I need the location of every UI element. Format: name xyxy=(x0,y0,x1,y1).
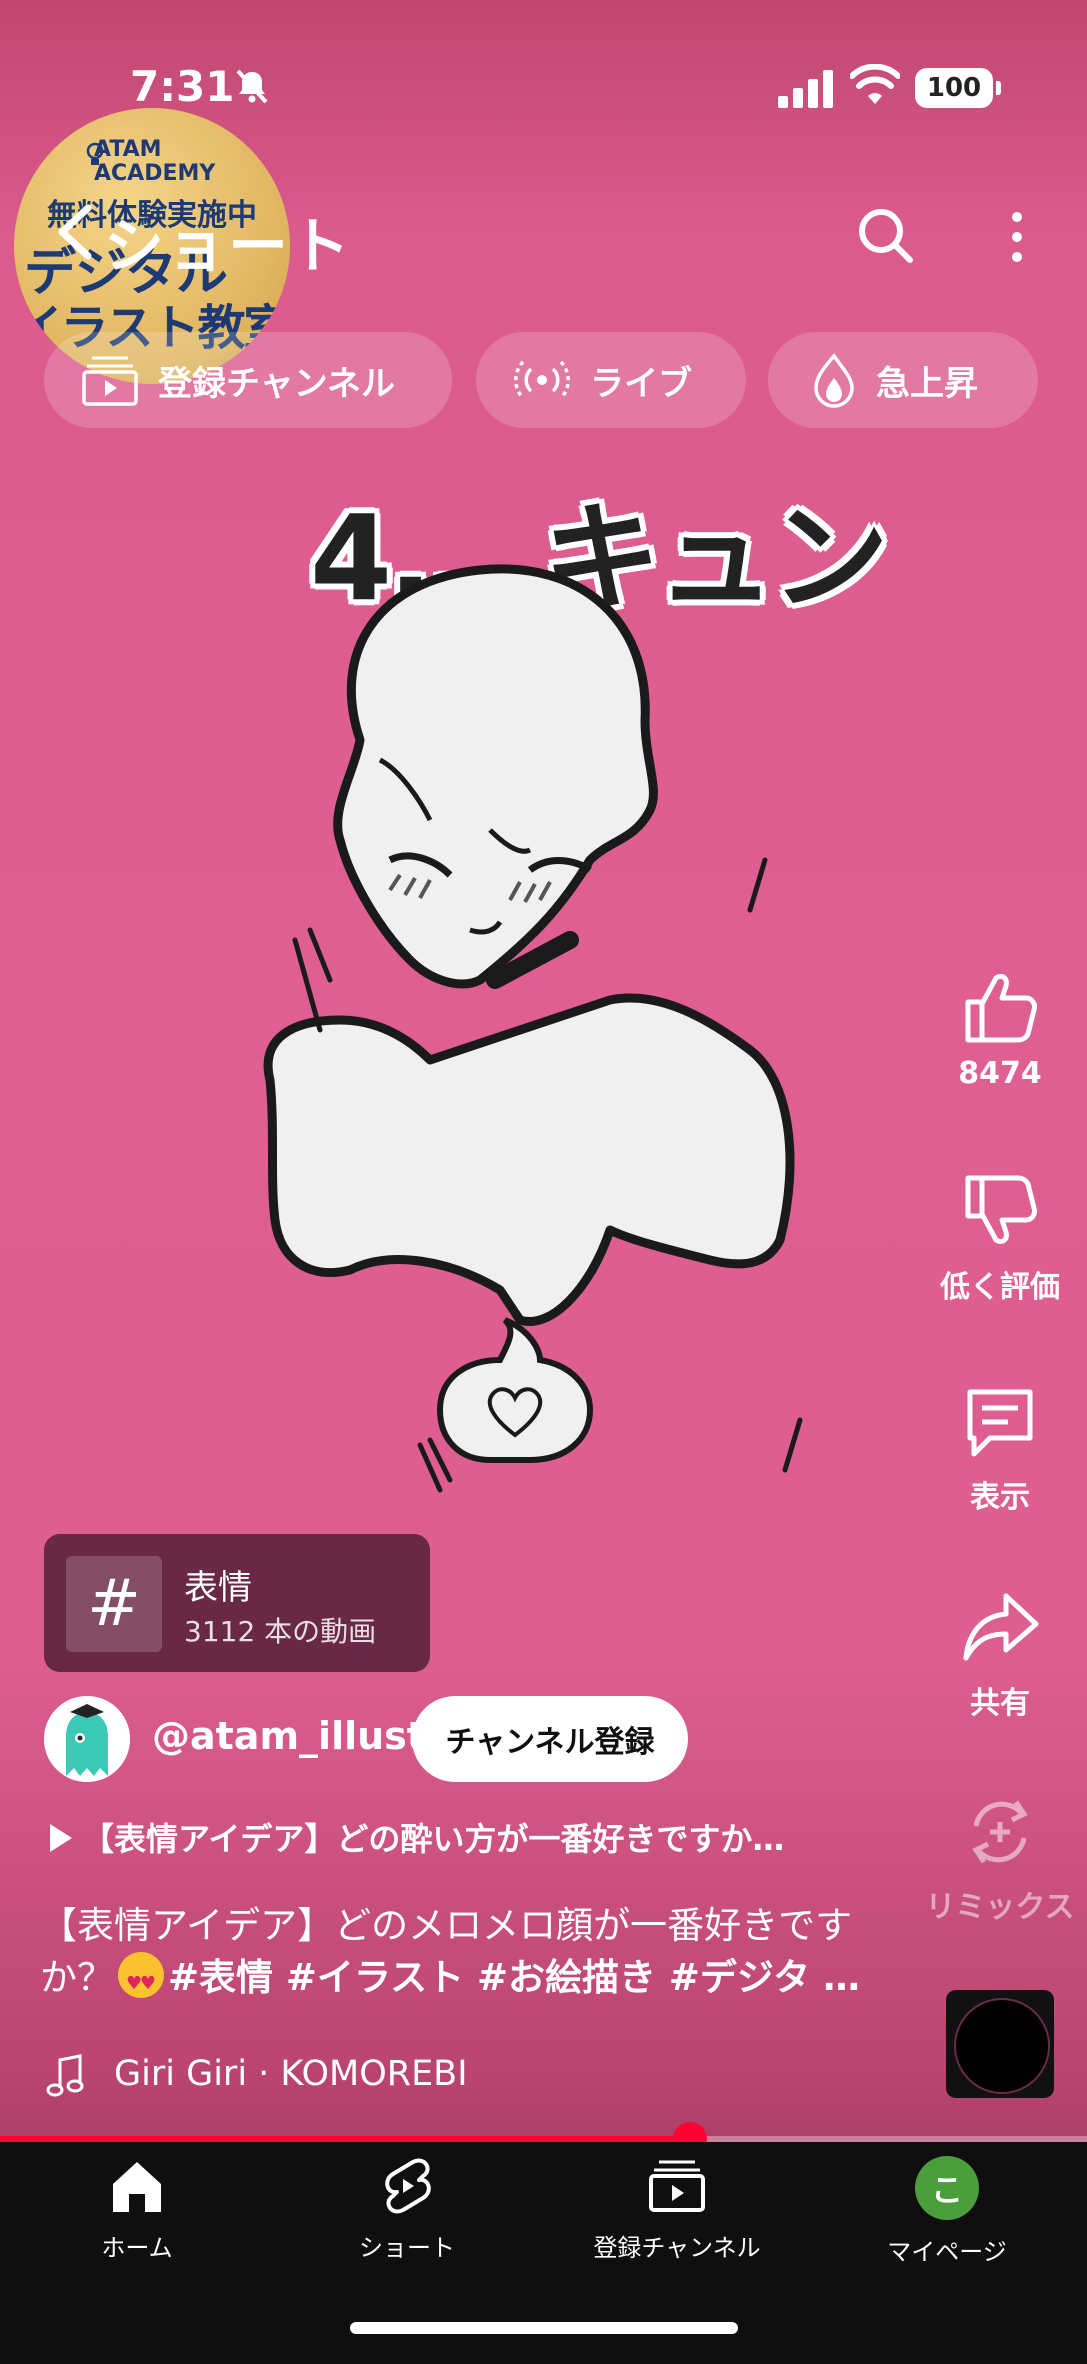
chip-label: ライブ xyxy=(590,363,692,404)
chip-label: 急上昇 xyxy=(876,363,978,404)
home-icon xyxy=(113,2162,161,2212)
related-video-link[interactable]: 【表情アイデア】どの酔い方が一番好きですか… xyxy=(50,1814,784,1860)
home-indicator xyxy=(350,2322,738,2334)
subscriptions-icon xyxy=(649,2160,705,2212)
nav-label: マイページ xyxy=(887,2238,1007,2266)
subscribe-button[interactable]: チャンネル登録 xyxy=(412,1696,688,1782)
share-icon xyxy=(963,1593,1039,1661)
back-arrow-icon[interactable] xyxy=(52,202,100,262)
search-icon[interactable] xyxy=(856,206,914,264)
live-icon xyxy=(514,360,570,400)
remix-label: リミックス xyxy=(925,1890,1075,1925)
related-video-title: 【表情アイデア】どの酔い方が一番好きですか… xyxy=(82,1820,785,1858)
like-count: 8474 xyxy=(958,1056,1042,1091)
nav-home[interactable]: ホーム xyxy=(27,2156,247,2263)
heart-eyes-emoji-icon xyxy=(118,1952,164,2010)
more-options-icon[interactable] xyxy=(1000,210,1034,264)
hashtag-name: 表情 xyxy=(184,1568,252,1608)
ad-brand: ATAM ACADEMY xyxy=(94,137,216,186)
mascot-icon xyxy=(44,1696,130,1782)
music-label[interactable]: Giri Giri · KOMOREBI xyxy=(114,2054,468,2094)
caption-tags: #表情 #イラスト #お絵描き #デジタ … xyxy=(168,1956,861,1999)
remix-button[interactable]: リミックス xyxy=(920,1792,1080,1926)
shorts-screen: 7:31 100 ATAM ACADEMY 無料体験実施中 デジタル イラスト教… xyxy=(0,0,1087,2364)
dislike-label: 低く評価 xyxy=(940,1270,1060,1305)
nav-label: ショート xyxy=(359,2234,455,2262)
thumbs-down-icon xyxy=(965,1175,1037,1245)
nav-shorts[interactable]: ショート xyxy=(297,2156,517,2263)
sound-thumbnail[interactable] xyxy=(946,1990,1054,2098)
nav-subscriptions[interactable]: 登録チャンネル xyxy=(567,2156,787,2263)
battery-indicator: 100 xyxy=(915,68,1001,108)
nav-my-page[interactable]: こ マイページ xyxy=(837,2156,1057,2267)
nav-label: ホーム xyxy=(101,2234,173,2262)
status-time: 7:31 xyxy=(130,62,235,111)
hashtag-card[interactable]: # 表情 3112 本の動画 xyxy=(44,1534,430,1672)
music-note-icon xyxy=(46,2054,84,2097)
chip-trending[interactable]: 急上昇 xyxy=(768,332,1038,428)
comment-label: 表示 xyxy=(970,1480,1030,1515)
play-icon xyxy=(50,1824,72,1852)
dislike-button[interactable]: 低く評価 xyxy=(920,1172,1080,1306)
hashtag-icon: # xyxy=(66,1556,162,1652)
thumbs-up-icon xyxy=(965,973,1037,1043)
share-label: 共有 xyxy=(970,1686,1030,1721)
bottom-nav: ホーム ショート 登録チャンネル こ マイページ xyxy=(0,2142,1087,2364)
user-avatar: こ xyxy=(915,2156,979,2220)
caption-line1: 【表情アイデア】どのメロメロ顔が一番好きです xyxy=(40,1904,853,1947)
video-illustration[interactable] xyxy=(230,460,880,1530)
nav-label: 登録チャンネル xyxy=(593,2234,761,2262)
shorts-icon xyxy=(385,2158,431,2214)
page-title: ショート xyxy=(104,212,352,282)
video-caption[interactable]: 【表情アイデア】どのメロメロ顔が一番好きです か？#表情 #イラスト #お絵描き… xyxy=(40,1900,920,2010)
share-button[interactable]: 共有 xyxy=(920,1588,1080,1722)
comment-icon xyxy=(967,1389,1033,1457)
like-button[interactable]: 8474 xyxy=(920,966,1080,1091)
trending-icon xyxy=(814,353,854,408)
bell-off-icon xyxy=(236,69,268,104)
hashtag-video-count: 3112 本の動画 xyxy=(184,1615,377,1648)
caption-line2: か？#表情 #イラスト #お絵描き #デジタ … xyxy=(40,1952,920,2010)
channel-avatar[interactable] xyxy=(44,1696,130,1782)
channel-handle[interactable]: @atam_illust xyxy=(152,1714,425,1758)
chip-subscriptions[interactable]: 登録チャンネル xyxy=(44,332,452,428)
wifi-icon xyxy=(850,64,900,104)
subscriptions-icon xyxy=(82,356,138,406)
remix-icon xyxy=(972,1800,1028,1864)
chip-label: 登録チャンネル xyxy=(158,363,395,404)
chip-live[interactable]: ライブ xyxy=(476,332,746,428)
comments-button[interactable]: 表示 xyxy=(920,1382,1080,1516)
cell-signal-icon xyxy=(778,70,833,108)
